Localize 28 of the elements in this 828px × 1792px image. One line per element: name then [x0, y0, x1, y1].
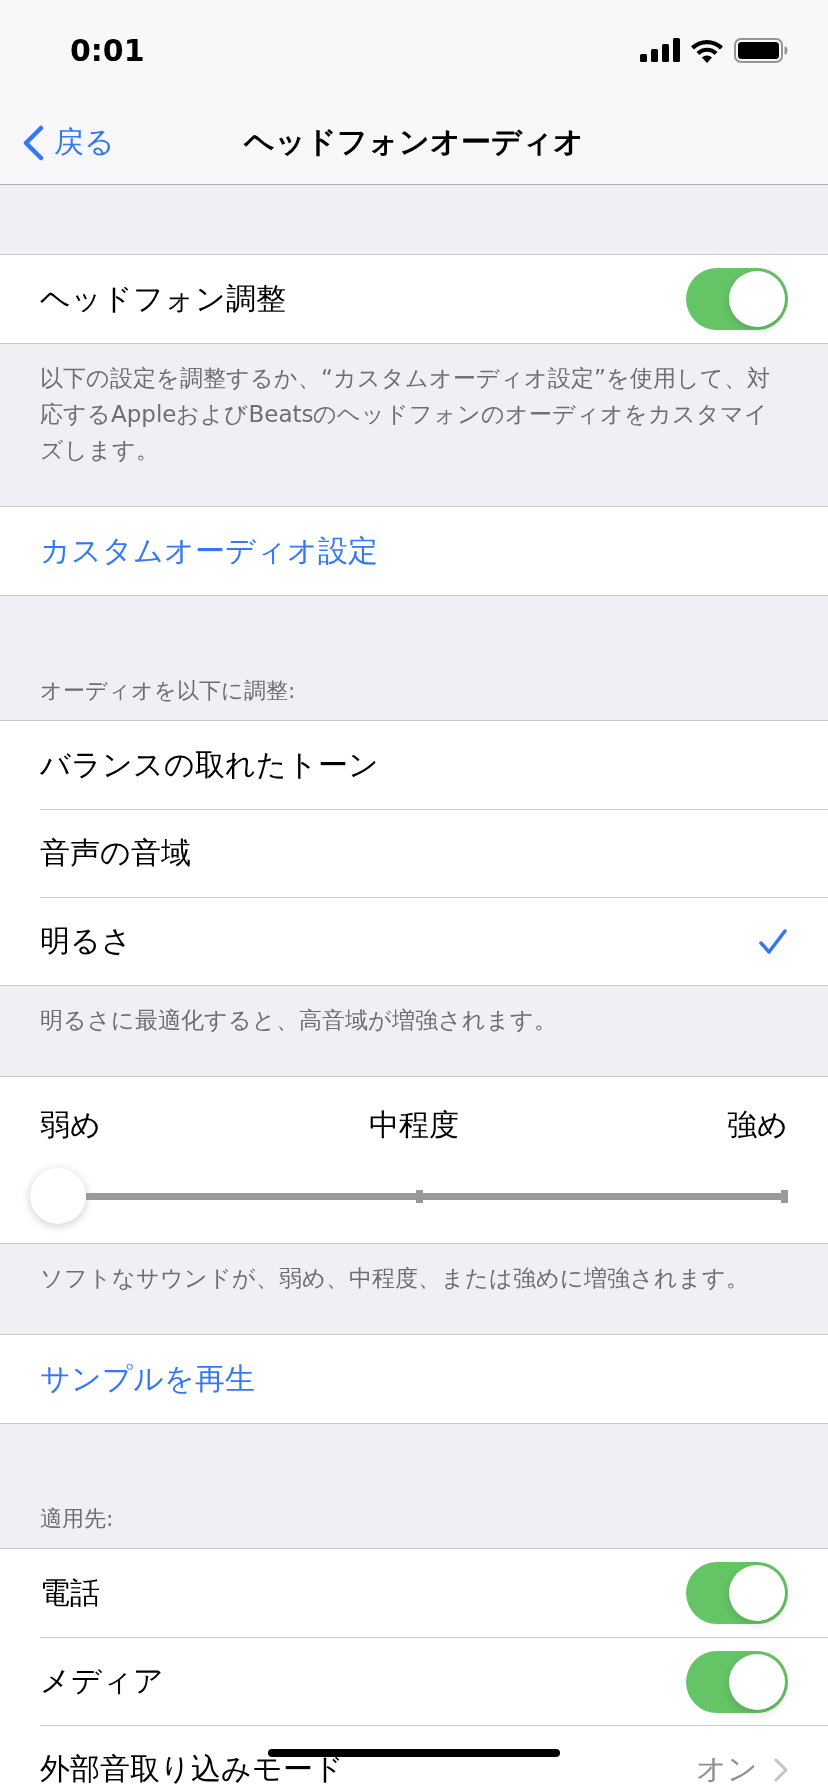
toggle-switch[interactable] [686, 1650, 788, 1713]
back-button[interactable]: 戻る [22, 122, 115, 163]
option-row[interactable]: 音声の音域 [0, 809, 828, 897]
signal-icon [640, 38, 680, 62]
slider-label: 弱め [40, 1106, 101, 1144]
slider-thumb[interactable] [30, 1168, 86, 1224]
row-label: ヘッドフォン調整 [40, 279, 287, 318]
chevron-right-icon [774, 1757, 788, 1782]
status-time: 0:01 [70, 32, 145, 68]
row-label: メディア [40, 1662, 165, 1700]
row-label: 電話 [40, 1573, 101, 1612]
wifi-icon [690, 37, 724, 63]
section-footer: 明るさに最適化すると、高音域が増強されます。 [40, 1007, 557, 1033]
link-row[interactable]: サンプルを再生 [40, 1358, 255, 1400]
chevron-left-icon [22, 124, 44, 161]
toggle-switch[interactable] [686, 1562, 788, 1624]
link-row[interactable]: カスタムオーディオ設定 [40, 530, 378, 572]
option-row[interactable]: 明るさ [0, 897, 828, 985]
section-header: 適用先: [40, 1506, 114, 1531]
toggle-switch[interactable] [686, 268, 788, 330]
section-header: オーディオを以下に調整: [40, 678, 296, 703]
section-footer: ソフトなサウンドが、弱め、中程度、または強めに増強されます。 [40, 1265, 749, 1291]
slider-label: 強め [727, 1106, 788, 1144]
section-footer: 以下の設定を調整するか、“カスタムオーディオ設定”を使用して、対応するAppleおよびBeatsのヘッドフォンのオーディオをカスタマイズします。 [40, 365, 770, 463]
nav-title: ヘッドフォンオーディオ [244, 122, 584, 161]
battery-icon [734, 37, 788, 63]
option-row[interactable]: バランスの取れたトーン [0, 721, 828, 809]
slider-label: 中程度 [369, 1106, 459, 1144]
